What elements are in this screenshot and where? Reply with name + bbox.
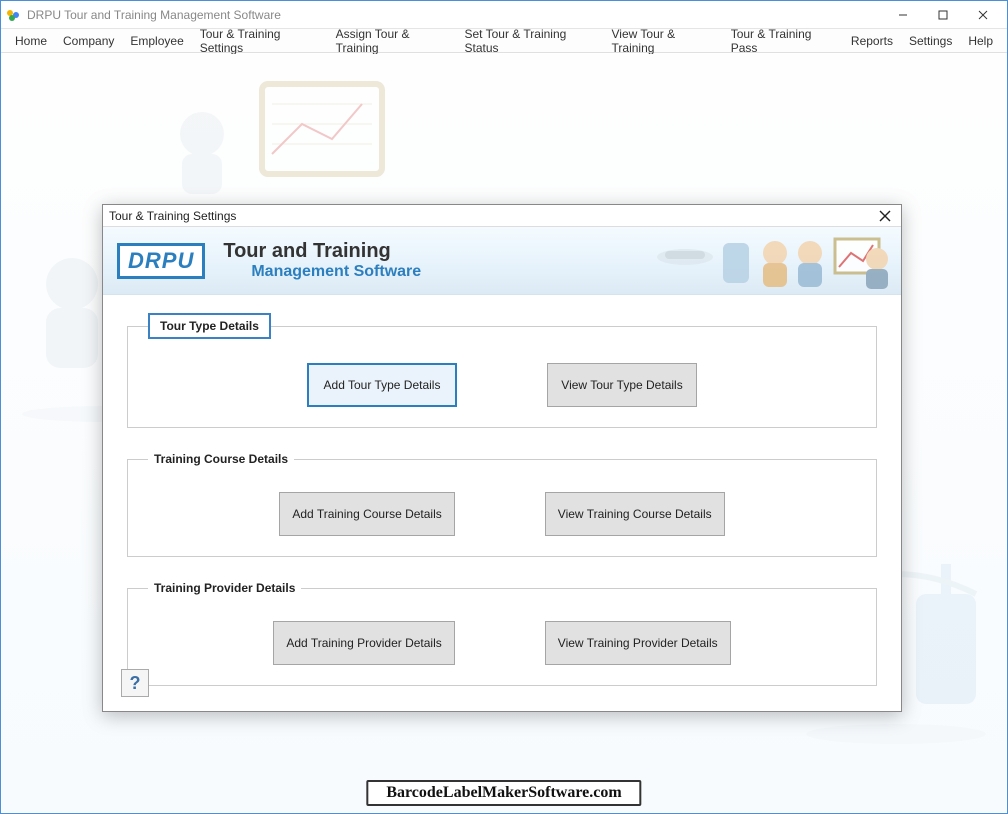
- add-training-course-button[interactable]: Add Training Course Details: [279, 492, 454, 536]
- header-line-2: Management Software: [251, 263, 421, 281]
- group-training-provider: Training Provider Details Add Training P…: [127, 579, 877, 686]
- help-button[interactable]: ?: [121, 669, 149, 697]
- add-tour-type-button[interactable]: Add Tour Type Details: [307, 363, 457, 407]
- menu-view-tour-training[interactable]: View Tour & Training: [604, 24, 723, 58]
- menubar: Home Company Employee Tour & Training Se…: [1, 29, 1007, 53]
- window-controls: [883, 2, 1003, 28]
- menu-company[interactable]: Company: [55, 31, 122, 51]
- workspace: Tour & Training Settings DRPU Tour and T…: [2, 54, 1006, 812]
- app-icon: [5, 7, 21, 23]
- footer-watermark: BarcodeLabelMakerSoftware.com: [366, 780, 641, 806]
- dialog-titlebar: Tour & Training Settings: [103, 205, 901, 227]
- menu-tour-training-settings[interactable]: Tour & Training Settings: [192, 24, 328, 58]
- main-window: DRPU Tour and Training Management Softwa…: [0, 0, 1008, 814]
- menu-home[interactable]: Home: [7, 31, 55, 51]
- add-training-provider-button[interactable]: Add Training Provider Details: [273, 621, 454, 665]
- header-illustration: [635, 229, 895, 292]
- menu-settings[interactable]: Settings: [901, 31, 960, 51]
- menu-help[interactable]: Help: [960, 31, 1001, 51]
- menu-assign-tour-training[interactable]: Assign Tour & Training: [328, 24, 457, 58]
- group-tour-type: Tour Type Details Add Tour Type Details …: [127, 313, 877, 428]
- menu-pass[interactable]: Tour & Training Pass: [723, 24, 843, 58]
- question-icon: ?: [130, 673, 141, 694]
- maximize-button[interactable]: [923, 2, 963, 28]
- dialog-body: Tour Type Details Add Tour Type Details …: [103, 295, 901, 711]
- settings-dialog: Tour & Training Settings DRPU Tour and T…: [102, 204, 902, 712]
- dialog-header-title: Tour and Training Management Software: [223, 240, 421, 281]
- drpu-logo: DRPU: [117, 243, 205, 279]
- dialog-header: DRPU Tour and Training Management Softwa…: [103, 227, 901, 295]
- view-training-course-button[interactable]: View Training Course Details: [545, 492, 725, 536]
- bg-illustration: [162, 74, 422, 214]
- dialog-close-button[interactable]: [875, 207, 895, 225]
- group-tour-type-legend: Tour Type Details: [148, 313, 271, 339]
- group-training-provider-legend: Training Provider Details: [148, 579, 301, 597]
- minimize-button[interactable]: [883, 2, 923, 28]
- menu-reports[interactable]: Reports: [843, 31, 901, 51]
- header-line-1: Tour and Training: [223, 240, 421, 263]
- group-training-course-legend: Training Course Details: [148, 450, 294, 468]
- app-title: DRPU Tour and Training Management Softwa…: [27, 8, 883, 22]
- dialog-title: Tour & Training Settings: [109, 209, 236, 223]
- close-button[interactable]: [963, 2, 1003, 28]
- menu-set-status[interactable]: Set Tour & Training Status: [456, 24, 603, 58]
- group-training-course: Training Course Details Add Training Cou…: [127, 450, 877, 557]
- view-training-provider-button[interactable]: View Training Provider Details: [545, 621, 731, 665]
- view-tour-type-button[interactable]: View Tour Type Details: [547, 363, 697, 407]
- menu-employee[interactable]: Employee: [122, 31, 191, 51]
